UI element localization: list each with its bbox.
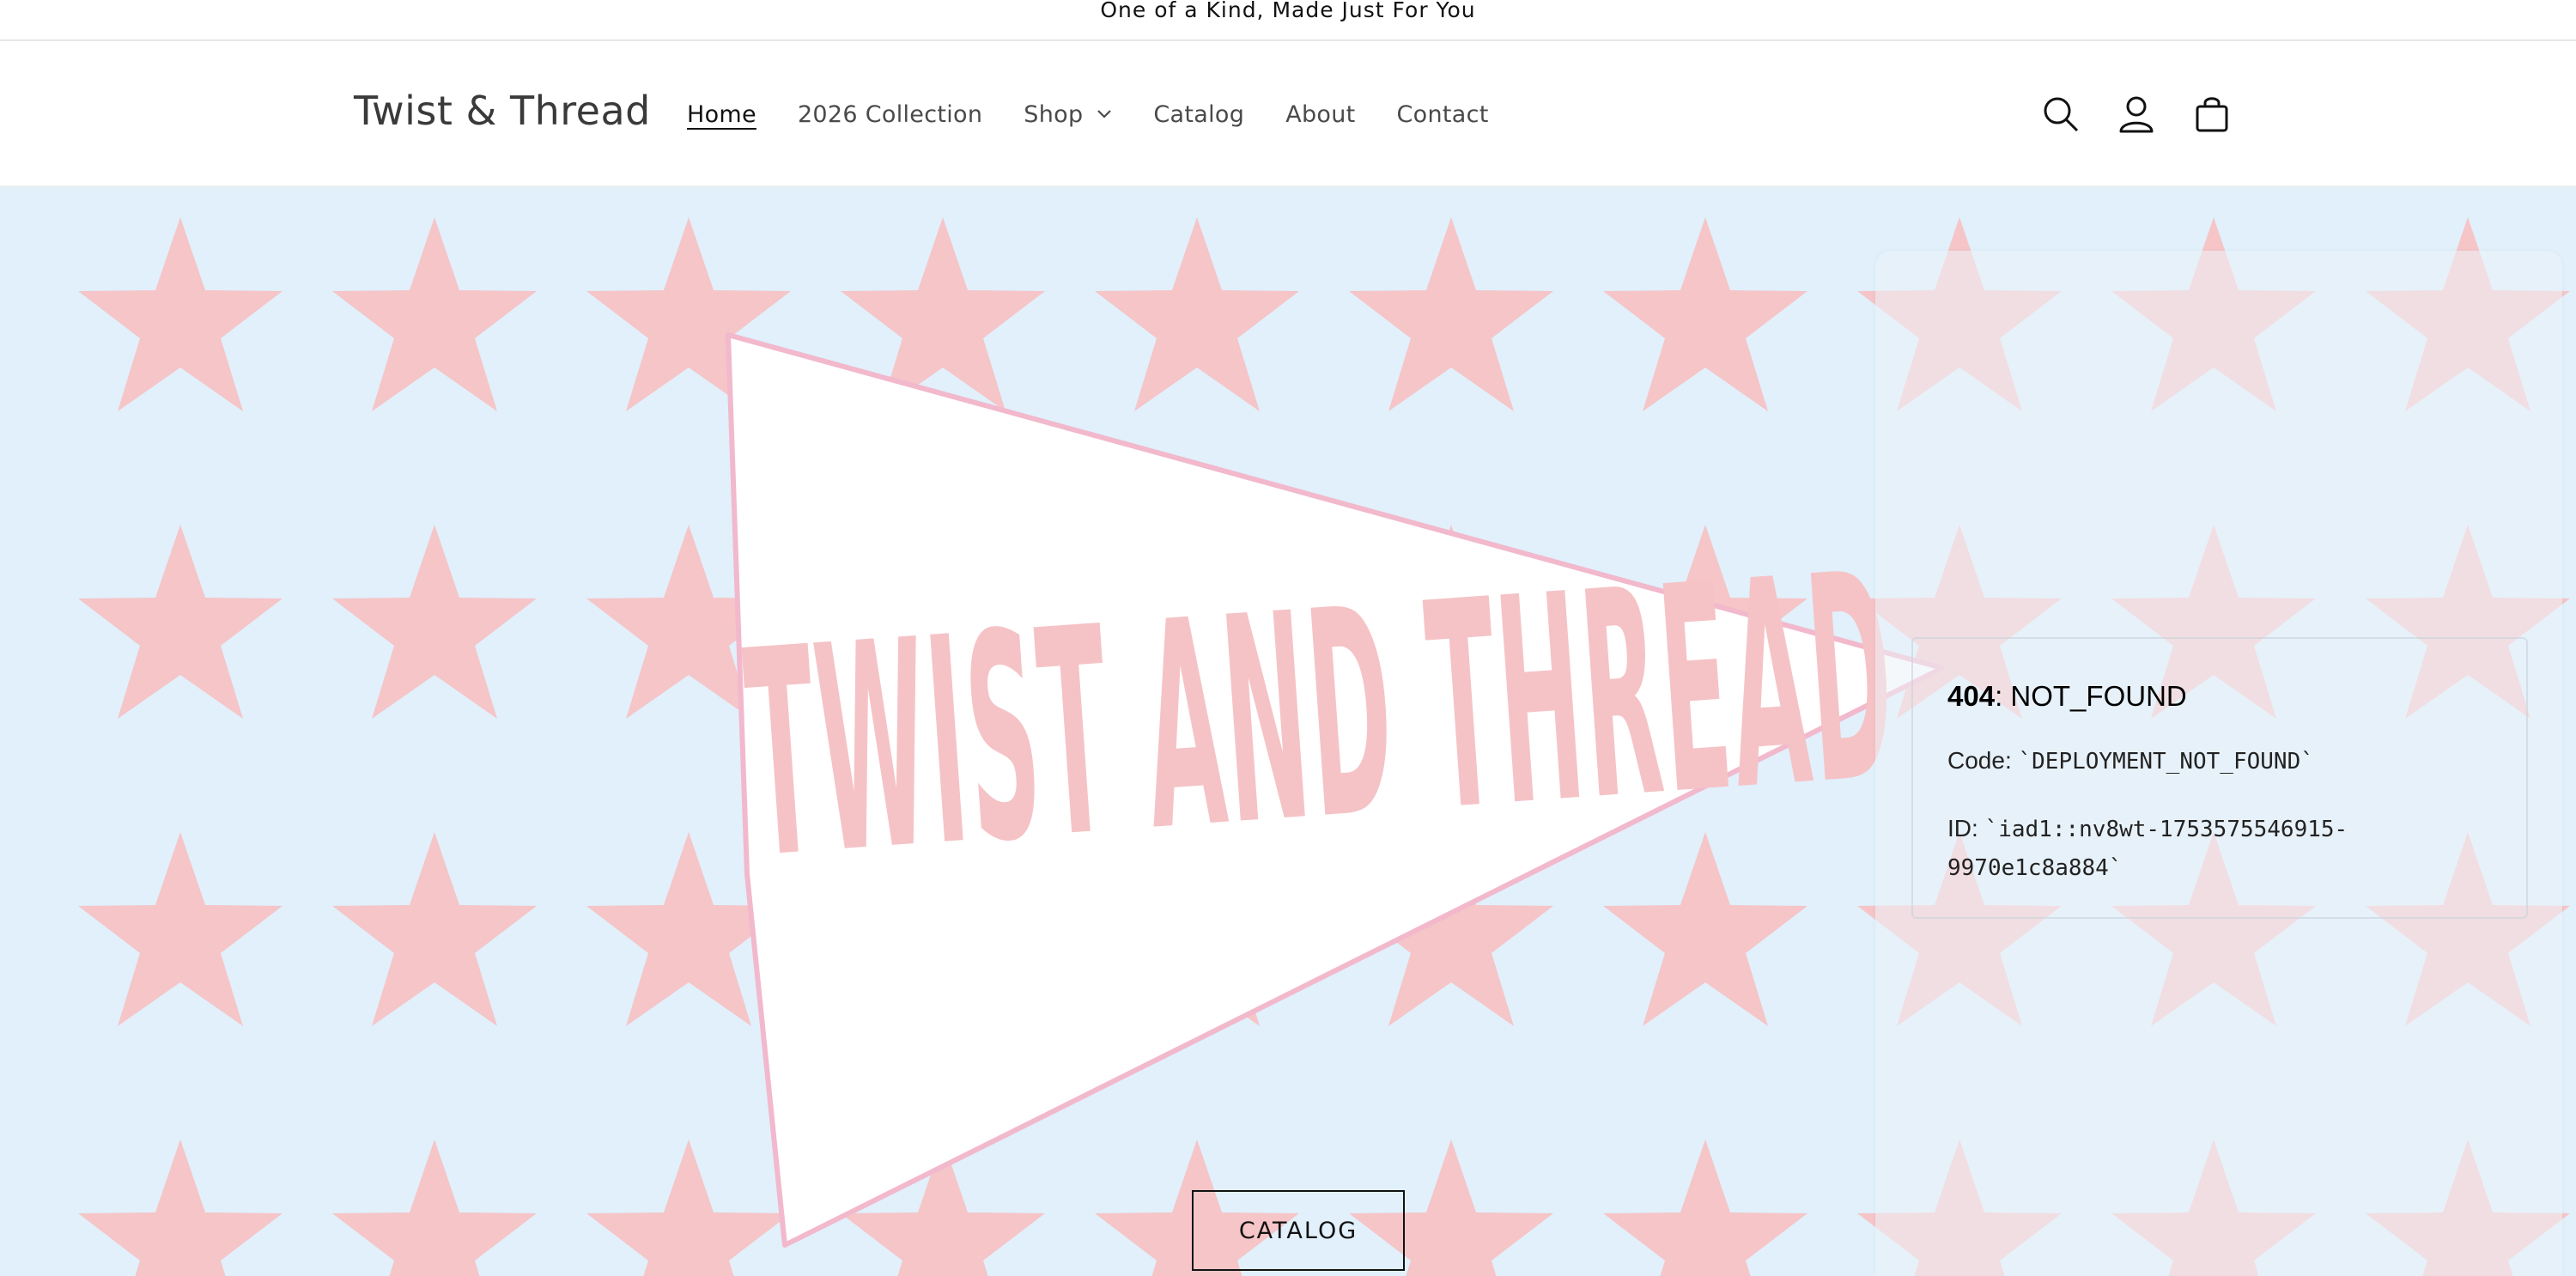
main-nav: Home 2026 Collection Shop Catalog About … bbox=[687, 41, 1530, 187]
catalog-button[interactable]: CATALOG bbox=[1192, 1190, 1405, 1271]
error-id-value-2: 9970e1c8a884` bbox=[1947, 855, 2123, 881]
star-shape bbox=[78, 217, 283, 411]
announcement-text: One of a Kind, Made Just For You bbox=[1100, 0, 1476, 22]
nav-catalog[interactable]: Catalog bbox=[1153, 101, 1244, 128]
nav-2026-collection[interactable]: 2026 Collection bbox=[798, 101, 982, 128]
star-shape bbox=[78, 1139, 283, 1276]
error-id: ID: `iad1::nv8wt-1753575546915-9970e1c8a… bbox=[1947, 810, 2492, 887]
chevron-down-icon bbox=[1097, 109, 1112, 119]
error-status: 404 bbox=[1947, 680, 1996, 712]
star-shape bbox=[332, 217, 537, 411]
star-shape bbox=[1603, 217, 1807, 411]
star-shape bbox=[332, 832, 537, 1026]
cart-icon[interactable] bbox=[2188, 90, 2236, 138]
star-shape bbox=[1603, 832, 1807, 1026]
star-shape bbox=[1349, 217, 1553, 411]
error-code: Code: `DEPLOYMENT_NOT_FOUND` bbox=[1947, 742, 2492, 781]
error-id-value-1: `iad1::nv8wt-1753575546915- bbox=[1984, 817, 2348, 842]
star-shape bbox=[332, 1139, 537, 1276]
nav-shop-label: Shop bbox=[1024, 100, 1084, 128]
nav-contact[interactable]: Contact bbox=[1397, 101, 1489, 128]
error-box: 404: NOT_FOUND Code: `DEPLOYMENT_NOT_FOU… bbox=[1911, 637, 2528, 919]
star-shape bbox=[78, 525, 283, 719]
error-title: 404: NOT_FOUND bbox=[1947, 680, 2492, 713]
header-icons bbox=[2037, 41, 2263, 187]
star-shape bbox=[78, 832, 283, 1026]
star-shape bbox=[586, 1139, 791, 1276]
star-shape bbox=[1603, 1139, 1807, 1276]
nav-shop[interactable]: Shop bbox=[1024, 101, 1112, 128]
error-code-value: `DEPLOYMENT_NOT_FOUND` bbox=[2018, 749, 2314, 775]
star-shape bbox=[332, 525, 537, 719]
star-shape bbox=[1095, 217, 1299, 411]
nav-about[interactable]: About bbox=[1285, 101, 1355, 128]
search-icon[interactable] bbox=[2037, 90, 2085, 138]
error-code-label: Code: bbox=[1947, 747, 2019, 774]
announcement-bar: One of a Kind, Made Just For You bbox=[0, 0, 2576, 41]
site-logo[interactable]: Twist & Thread bbox=[354, 88, 651, 134]
error-id-label: ID: bbox=[1947, 815, 1985, 842]
site-header: Twist & Thread Home 2026 Collection Shop… bbox=[0, 41, 2576, 187]
nav-home[interactable]: Home bbox=[687, 101, 756, 128]
error-status-text: : NOT_FOUND bbox=[1995, 680, 2187, 712]
account-icon[interactable] bbox=[2112, 90, 2160, 138]
